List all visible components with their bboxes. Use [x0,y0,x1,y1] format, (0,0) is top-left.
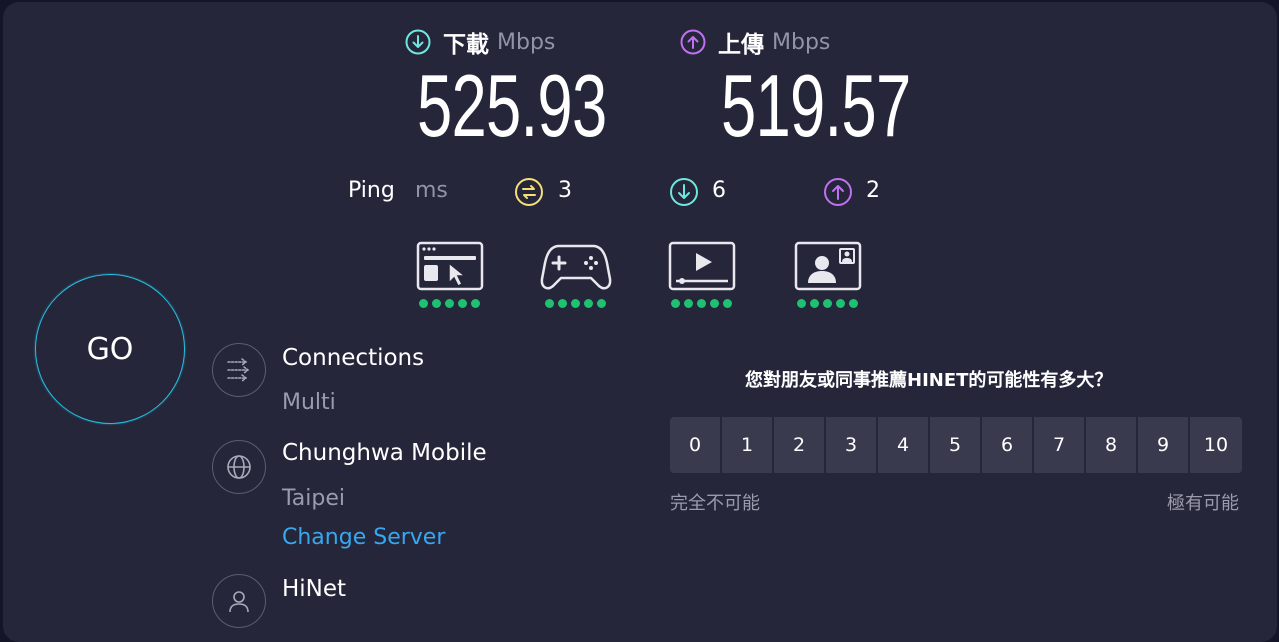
survey-option-4[interactable]: 4 [878,417,928,473]
download-value: 525.93 [417,56,607,155]
upload-arrow-icon [680,29,706,55]
connections-icon [227,358,250,382]
video-chat-rating [797,299,858,308]
provider-title: HiNet [282,576,347,602]
ping-idle-value: 3 [558,178,572,203]
provider-icon-wrap [212,574,266,628]
ping-down-value: 6 [712,178,726,203]
survey-option-8[interactable]: 8 [1086,417,1136,473]
go-button[interactable]: GO [35,274,185,424]
video-streaming-icon [668,241,736,293]
survey-option-10[interactable]: 10 [1190,417,1242,473]
user-icon [229,591,249,613]
survey-option-0[interactable]: 0 [670,417,720,473]
ping-unit: ms [415,178,448,203]
download-label: 下載 [443,32,489,58]
survey-option-3[interactable]: 3 [826,417,876,473]
survey-scale: 0 1 2 3 4 5 6 7 8 9 10 [670,417,1242,473]
survey-option-1[interactable]: 1 [722,417,772,473]
results-panel [3,2,1277,642]
server-icon-wrap [212,440,266,494]
connections-icon-wrap [212,343,266,397]
web-browsing-rating [419,299,480,308]
upload-unit: Mbps [772,29,831,55]
connections-title: Connections [282,345,425,371]
gaming-rating [545,299,606,308]
video-chat-icon [794,241,862,293]
globe-icon [227,455,251,479]
ping-label: Ping [348,178,395,203]
download-header: 下載 Mbps [405,25,555,59]
survey-option-9[interactable]: 9 [1138,417,1188,473]
download-arrow-icon [405,29,431,55]
survey-option-6[interactable]: 6 [982,417,1032,473]
upload-latency-icon [824,178,852,206]
upload-value: 519.57 [721,56,911,155]
video-streaming-rating [671,299,732,308]
server-location: Taipei [282,486,346,511]
ping-up-value: 2 [866,178,880,203]
survey-question: 您對朋友或同事推薦HINET的可能性有多大？ [745,370,1113,391]
survey-option-2[interactable]: 2 [774,417,824,473]
survey-option-7[interactable]: 7 [1034,417,1084,473]
change-server-link[interactable]: Change Server [282,525,445,550]
download-unit: Mbps [497,29,556,55]
download-latency-icon [670,178,698,206]
upload-label: 上傳 [718,32,764,58]
connections-value[interactable]: Multi [282,390,336,415]
survey-high-label: 極有可能 [1167,493,1239,514]
idle-latency-icon [515,178,543,206]
web-browsing-icon [416,241,484,293]
upload-header: 上傳 Mbps [680,25,830,59]
gaming-controller-icon [539,241,613,293]
survey-option-5[interactable]: 5 [930,417,980,473]
server-title: Chunghwa Mobile [282,440,487,466]
survey-low-label: 完全不可能 [670,493,760,514]
